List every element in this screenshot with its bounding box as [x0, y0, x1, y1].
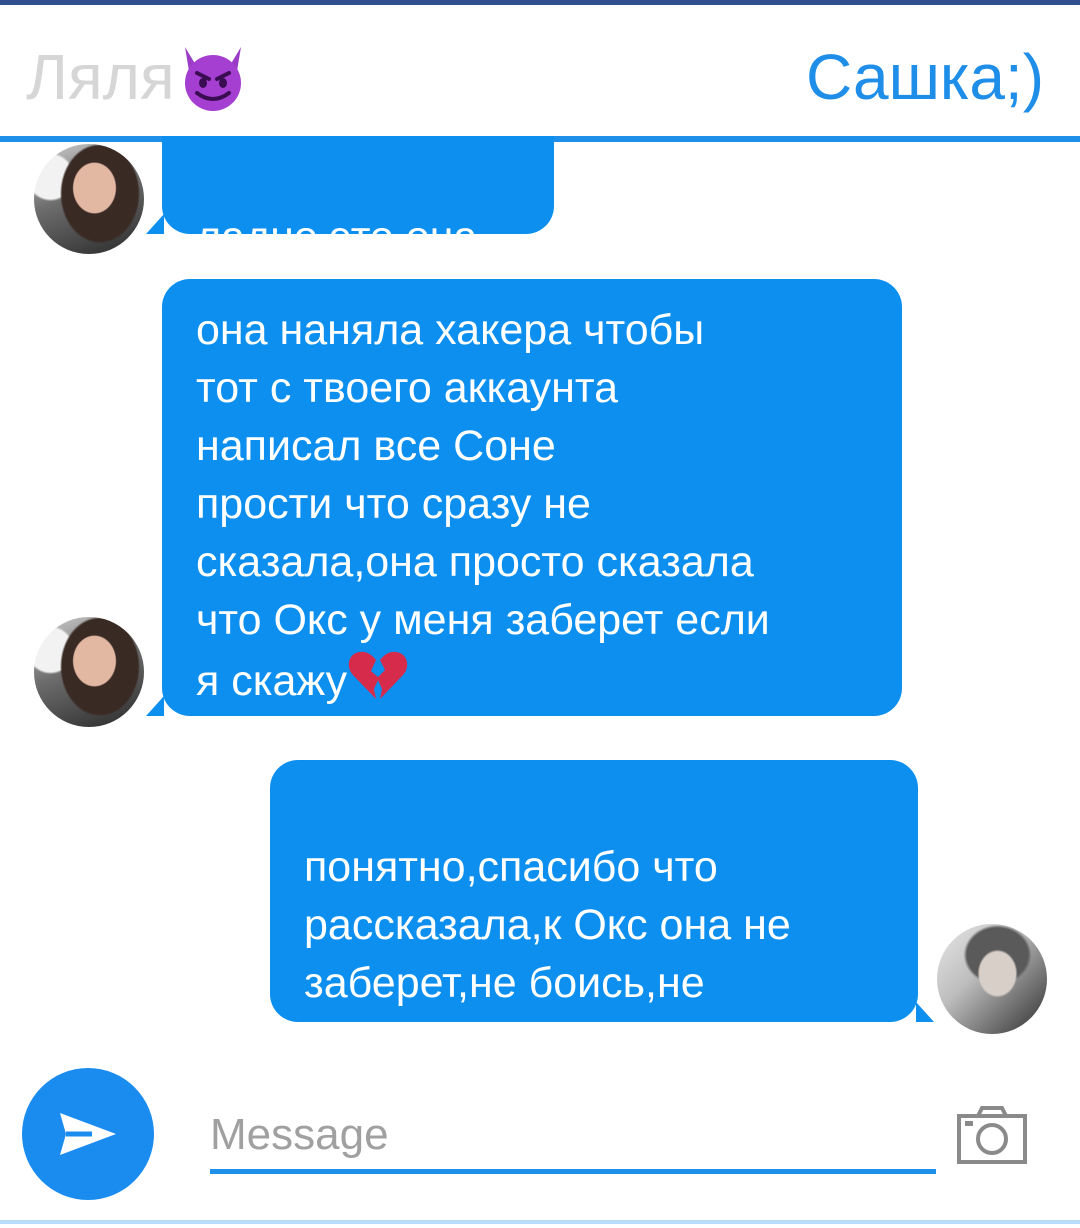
- chat-header: Ляля Сашка;): [0, 5, 1080, 137]
- send-button[interactable]: [22, 1068, 154, 1200]
- user-name: Сашка;): [806, 41, 1044, 113]
- message-bubble-2: она наняла хакера чтобы тот с твоего акк…: [146, 279, 902, 716]
- send-icon: [60, 1113, 116, 1155]
- contact-name-group: Ляля: [26, 39, 249, 115]
- camera-icon: [957, 1106, 1027, 1164]
- message-text: она наняла хакера чтобы тот с твоего акк…: [196, 306, 770, 705]
- composer-bar: [0, 1052, 1080, 1228]
- bottom-divider: [0, 1220, 1080, 1224]
- contact-avatar: [34, 617, 144, 727]
- contact-avatar: [34, 144, 144, 254]
- message-bubble-3: понятно,спасибо что рассказала,к Окс она…: [270, 760, 934, 1065]
- contact-name: Ляля: [26, 41, 175, 113]
- smiling-devil-icon: [184, 47, 241, 111]
- message-input[interactable]: [210, 1100, 936, 1174]
- message-text: ладно,это она: [196, 213, 478, 261]
- camera-button[interactable]: [956, 1104, 1028, 1166]
- user-avatar: [937, 924, 1047, 1034]
- message-list: ладно,это она она наняла хакера чтобы то…: [0, 136, 1080, 1065]
- message-bubble-1: ладно,это она: [146, 136, 554, 261]
- message-text: понятно,спасибо что рассказала,к Окс она…: [304, 843, 791, 1065]
- broken-heart-icon: [348, 651, 408, 699]
